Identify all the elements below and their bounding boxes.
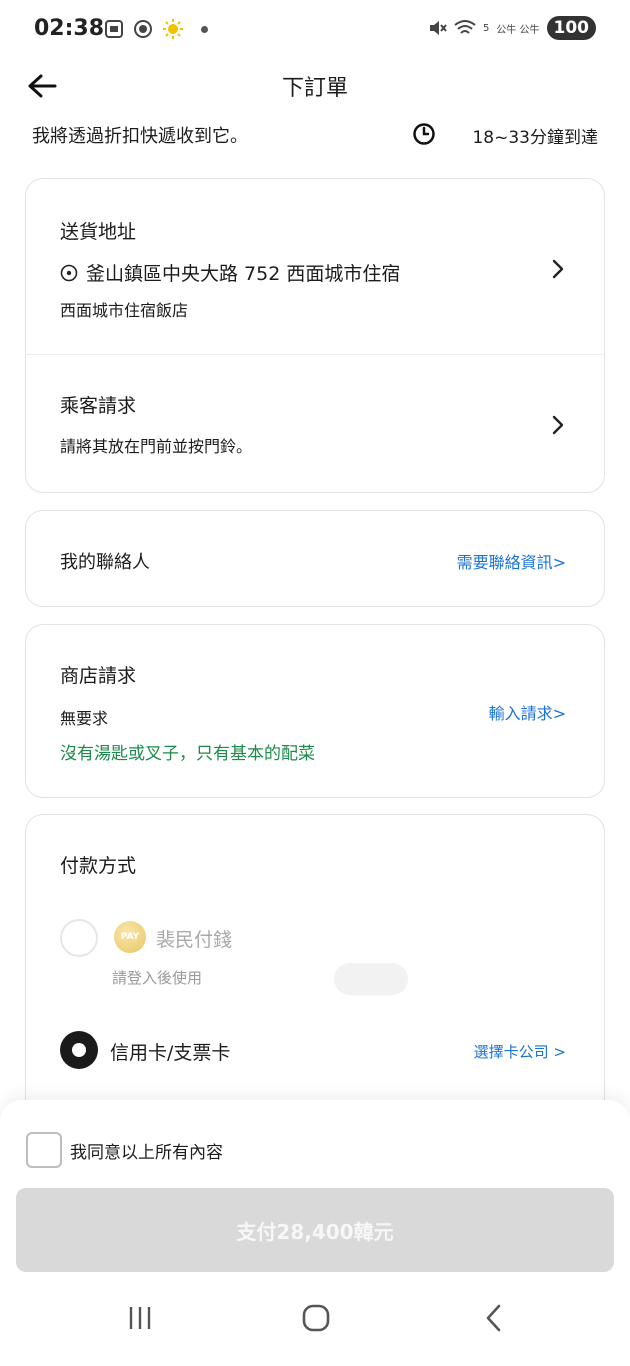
disabled-pill [334, 963, 408, 995]
payment-card: 付款方式 PAY 裴民付錢 請登入後使用 信用卡/支票卡 選擇卡公司 > [25, 814, 605, 1114]
rider-request-title: 乘客請求 [60, 395, 137, 417]
chevron-left-icon [486, 1304, 501, 1332]
address-title: 送貨地址 [60, 221, 137, 243]
target-icon [134, 20, 152, 38]
address-place-name: 西面城市住宿飯店 [60, 301, 189, 320]
utensil-note: 沒有湯匙或叉子，只有基本的配菜 [60, 744, 315, 764]
rider-request-section[interactable]: 乘客請求 請將其放在門前並按門鈴。 [26, 355, 604, 493]
login-required-note: 請登入後使用 [112, 969, 203, 987]
wifi-icon [454, 20, 476, 34]
enter-request-link[interactable]: 輸入請求> [489, 700, 566, 724]
mute-icon [429, 21, 447, 35]
app-header: 下訂單 [0, 62, 630, 108]
status-bar: 02:38 5 公牛 公牛 100 [0, 0, 630, 60]
clock-icon [413, 123, 435, 145]
delivery-info-row: 我將透過折扣快遞收到它。 18~33分鐘到達 [32, 118, 598, 150]
rider-request-value: 請將其放在門前並按門鈴。 [60, 437, 253, 456]
store-request-title: 商店請求 [60, 665, 137, 687]
address-card: 送貨地址 釜山鎮區中央大路 752 西面城市住宿 西面城市住宿飯店 乘客請求 請… [25, 178, 605, 493]
recent-apps-icon [129, 1307, 151, 1329]
system-back-button[interactable] [474, 1298, 514, 1338]
contact-info-link[interactable]: 需要聯絡資訊> [457, 549, 566, 573]
address-text: 釜山鎮區中央大路 752 西面城市住宿 [86, 263, 401, 285]
payment-title: 付款方式 [60, 855, 137, 877]
select-card-company-link[interactable]: 選擇卡公司 > [474, 1041, 566, 1062]
screenshot-icon [105, 20, 123, 38]
pay-coin-icon: PAY [114, 921, 146, 953]
pay-button[interactable]: 支付28,400韓元 [16, 1188, 614, 1272]
address-line: 釜山鎮區中央大路 752 西面城市住宿 [60, 259, 400, 286]
home-icon [302, 1304, 330, 1332]
home-button[interactable] [296, 1298, 336, 1338]
chevron-right-icon [552, 259, 564, 279]
card-payment-radio[interactable] [60, 1031, 98, 1069]
contact-title: 我的聯絡人 [60, 552, 150, 573]
store-request-card: 商店請求 無要求 輸入請求> 沒有湯匙或叉子，只有基本的配菜 [25, 624, 605, 798]
radio-selected-dot [72, 1043, 86, 1057]
store-request-value: 無要求 [60, 709, 109, 728]
card-payment-label: 信用卡/支票卡 [110, 1042, 231, 1064]
baemin-pay-radio[interactable] [60, 919, 98, 957]
eta-text: 18~33分鐘到達 [472, 128, 598, 148]
contact-card: 我的聯絡人 需要聯絡資訊> [25, 510, 605, 607]
delivery-note: 我將透過折扣快遞收到它。 [32, 126, 248, 147]
status-time: 02:38 [34, 16, 105, 41]
battery-indicator: 100 [546, 16, 596, 40]
system-nav-bar [0, 1286, 630, 1366]
recent-apps-button[interactable] [120, 1298, 160, 1338]
status-icons-left [104, 18, 208, 40]
sun-icon [163, 19, 183, 39]
notification-dot-icon [201, 25, 208, 33]
status-icons-right: 5 公牛 公牛 100 [427, 16, 596, 40]
chevron-right-icon [552, 415, 564, 435]
agree-checkbox[interactable] [26, 1132, 62, 1168]
address-section[interactable]: 送貨地址 釜山鎮區中央大路 752 西面城市住宿 西面城市住宿飯店 [26, 179, 604, 354]
location-pin-icon [60, 264, 78, 281]
baemin-pay-label: 裴民付錢 [156, 929, 233, 951]
carrier-text: 公牛 公牛 [496, 24, 540, 36]
agree-label: 我同意以上所有內容 [70, 1143, 223, 1163]
network-label: 5 [482, 22, 490, 34]
page-title: 下訂單 [281, 76, 348, 101]
